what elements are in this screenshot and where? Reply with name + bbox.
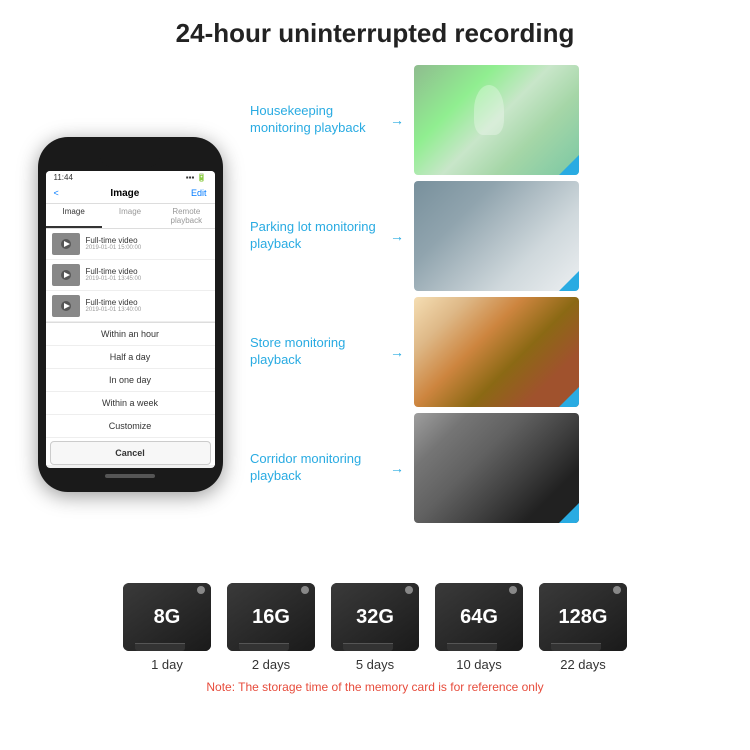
sd-card-8g: 8G [123,583,211,651]
phone-thumb-2 [52,264,80,286]
storage-note: Note: The storage time of the memory car… [206,680,543,694]
arrow-icon-2: → [390,228,404,244]
monitoring-label-3: Store monitoring playback [250,335,380,369]
sd-label-16g: 16G [252,606,290,629]
phone-nav-title: Image [110,188,139,199]
monitoring-text-1: Housekeeping monitoring playback [250,103,380,137]
sd-card-16g: 16G [227,583,315,651]
monitoring-text-4: Corridor monitoring playback [250,451,380,485]
card-days-64g: 10 days [456,657,502,672]
monitoring-item-4: Corridor monitoring playback → [250,413,730,523]
storage-card-16g: 16G 2 days [227,583,315,672]
storage-section: 8G 1 day 16G 2 days 32G 5 days 64G 10 [0,569,750,694]
monitoring-label-2: Parking lot monitoring playback [250,219,380,253]
phone-item-subtitle-1: 2019-01-01 15:00:00 [86,245,142,251]
corner-triangle-3 [559,387,579,407]
main-content: 11:44 ▪▪▪ 🔋 < Image Edit Image Image Rem… [0,59,750,569]
phone-item-title-2: Full-time video [86,267,142,276]
monitoring-text-3: Store monitoring playback [250,335,380,369]
storage-card-128g: 128G 22 days [539,583,627,672]
sd-notch-128g [551,643,601,651]
storage-card-8g: 8G 1 day [123,583,211,672]
storage-card-32g: 32G 5 days [331,583,419,672]
sd-notch-32g [343,643,393,651]
sd-card-128g: 128G [539,583,627,651]
phone-cancel-button[interactable]: Cancel [50,441,211,465]
phone-dropdown-item-3[interactable]: In one day [46,369,215,392]
phone-notch [100,149,160,167]
phone-dropdown-item-4[interactable]: Within a week [46,392,215,415]
phone-thumb-1 [52,233,80,255]
phone-time: 11:44 [54,173,73,182]
phone-dropdown-item-5[interactable]: Customize [46,415,215,438]
page-header: 24-hour uninterrupted recording [0,0,750,59]
phone-screen: 11:44 ▪▪▪ 🔋 < Image Edit Image Image Rem… [46,171,215,468]
monitoring-label-1: Housekeeping monitoring playback [250,103,380,137]
phone-container: 11:44 ▪▪▪ 🔋 < Image Edit Image Image Rem… [20,59,240,569]
monitoring-label-4: Corridor monitoring playback [250,451,380,485]
sd-notch-64g [447,643,497,651]
phone-item-text-3: Full-time video 2019-01-01 13:40:00 [86,298,142,313]
storage-card-64g: 64G 10 days [435,583,523,672]
right-section: Housekeeping monitoring playback → Parki… [250,59,730,569]
phone-edit-button[interactable]: Edit [191,188,207,198]
card-days-16g: 2 days [252,657,290,672]
corner-triangle-2 [559,271,579,291]
arrow-icon-1: → [390,112,404,128]
sd-label-64g: 64G [460,606,498,629]
phone-item-title-1: Full-time video [86,236,142,245]
phone-item-subtitle-3: 2019-01-01 13:40:00 [86,307,142,313]
monitoring-item-2: Parking lot monitoring playback → [250,181,730,291]
arrow-icon-4: → [390,460,404,476]
monitoring-text-2: Parking lot monitoring playback [250,219,380,253]
phone-list-item-2[interactable]: Full-time video 2019-01-01 13:45:00 [46,260,215,291]
card-days-128g: 22 days [560,657,606,672]
phone-tab-image[interactable]: Image [46,204,102,228]
monitoring-item-3: Store monitoring playback → [250,297,730,407]
storage-cards: 8G 1 day 16G 2 days 32G 5 days 64G 10 [123,583,627,672]
sd-notch-8g [135,643,185,651]
phone-status-bar: 11:44 ▪▪▪ 🔋 [46,171,215,184]
arrow-icon-3: → [390,344,404,360]
monitoring-image-1 [414,65,579,175]
corner-triangle-4 [559,503,579,523]
sd-label-8g: 8G [154,606,181,629]
monitoring-image-2 [414,181,579,291]
sd-label-128g: 128G [559,606,608,629]
monitoring-item-1: Housekeeping monitoring playback → [250,65,730,175]
phone-dropdown-item-1[interactable]: Within an hour [46,323,215,346]
phone-home-indicator [105,474,155,478]
phone-tab-image2[interactable]: Image [102,204,158,228]
phone-list-item-3[interactable]: Full-time video 2019-01-01 13:40:00 [46,291,215,322]
card-days-32g: 5 days [356,657,394,672]
phone-list-item-1[interactable]: Full-time video 2019-01-01 15:00:00 [46,229,215,260]
page-title: 24-hour uninterrupted recording [20,18,730,49]
monitoring-image-4 [414,413,579,523]
phone-thumb-3 [52,295,80,317]
sd-notch-16g [239,643,289,651]
phone-back-button[interactable]: < [54,188,59,198]
corner-triangle-1 [559,155,579,175]
sd-card-64g: 64G [435,583,523,651]
phone-item-subtitle-2: 2019-01-01 13:45:00 [86,276,142,282]
phone-item-text-2: Full-time video 2019-01-01 13:45:00 [86,267,142,282]
monitoring-image-3 [414,297,579,407]
phone-dropdown-item-2[interactable]: Half a day [46,346,215,369]
sd-label-32g: 32G [356,606,394,629]
phone-tab-remote[interactable]: Remote playback [158,204,214,228]
card-days-8g: 1 day [151,657,183,672]
phone-item-title-3: Full-time video [86,298,142,307]
phone-tabs: Image Image Remote playback [46,204,215,229]
phone-nav-bar: < Image Edit [46,184,215,204]
phone-dropdown: Within an hour Half a day In one day Wit… [46,322,215,465]
phone-mockup: 11:44 ▪▪▪ 🔋 < Image Edit Image Image Rem… [38,137,223,492]
phone-item-text-1: Full-time video 2019-01-01 15:00:00 [86,236,142,251]
phone-signal: ▪▪▪ 🔋 [186,173,207,182]
sd-card-32g: 32G [331,583,419,651]
